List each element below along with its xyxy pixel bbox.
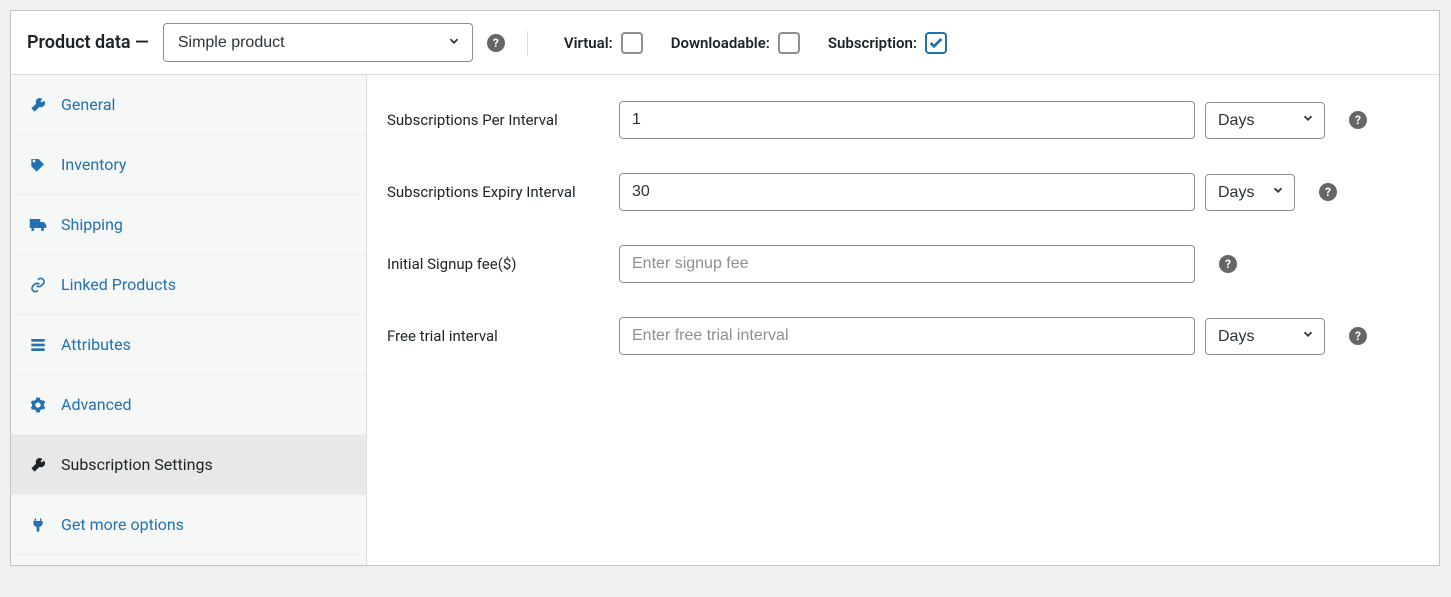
field-label: Subscriptions Expiry Interval <box>387 183 609 201</box>
panel-header: Product data — Simple product ? Virtual:… <box>11 11 1439 75</box>
downloadable-checkbox[interactable] <box>778 32 800 54</box>
field-subscriptions-expiry-interval: Subscriptions Expiry Interval Days ? <box>387 173 1419 211</box>
help-icon[interactable]: ? <box>487 34 505 52</box>
field-label: Free trial interval <box>387 327 609 345</box>
truck-icon <box>29 218 47 232</box>
wrench-icon <box>29 457 47 473</box>
tab-label: General <box>61 95 115 114</box>
product-type-select[interactable]: Simple product <box>163 23 473 62</box>
tab-content: Subscriptions Per Interval Days ? Subscr… <box>367 75 1439 565</box>
per-interval-input[interactable] <box>619 101 1195 139</box>
per-interval-unit-select[interactable]: Days <box>1205 102 1325 139</box>
tab-label: Shipping <box>61 215 123 234</box>
field-subscriptions-per-interval: Subscriptions Per Interval Days ? <box>387 101 1419 139</box>
link-icon <box>29 277 47 293</box>
downloadable-field: Downloadable: <box>671 32 800 54</box>
tab-shipping[interactable]: Shipping <box>11 195 366 255</box>
tab-label: Linked Products <box>61 275 176 294</box>
tab-inventory[interactable]: Inventory <box>11 135 366 195</box>
subscription-checkbox[interactable] <box>925 32 947 54</box>
field-initial-signup-fee: Initial Signup fee($) ? <box>387 245 1419 283</box>
expiry-interval-input[interactable] <box>619 173 1195 211</box>
free-trial-unit-wrap: Days <box>1205 318 1325 355</box>
help-icon[interactable]: ? <box>1349 111 1367 129</box>
free-trial-input[interactable] <box>619 317 1195 355</box>
tab-label: Inventory <box>61 155 127 174</box>
virtual-checkbox[interactable] <box>621 32 643 54</box>
divider <box>527 31 528 55</box>
free-trial-unit-select[interactable]: Days <box>1205 318 1325 355</box>
tab-linked[interactable]: Linked Products <box>11 255 366 315</box>
virtual-label: Virtual: <box>564 34 613 52</box>
tab-label: Get more options <box>61 515 184 534</box>
tab-subscription-settings[interactable]: Subscription Settings <box>11 435 366 495</box>
tab-general[interactable]: General <box>11 75 366 135</box>
tab-label: Subscription Settings <box>61 455 213 474</box>
field-label: Subscriptions Per Interval <box>387 111 609 129</box>
help-icon[interactable]: ? <box>1349 327 1367 345</box>
per-interval-unit-wrap: Days <box>1205 102 1325 139</box>
field-free-trial-interval: Free trial interval Days ? <box>387 317 1419 355</box>
tab-label: Advanced <box>61 395 132 414</box>
panel-body: General Inventory Shipping Linked Produc… <box>11 75 1439 565</box>
expiry-interval-unit-wrap: Days <box>1205 174 1295 211</box>
virtual-field: Virtual: <box>564 32 643 54</box>
tab-label: Attributes <box>61 335 131 354</box>
panel-title: Product data — <box>27 32 149 53</box>
product-type-select-wrap: Simple product <box>163 23 473 62</box>
signup-fee-input[interactable] <box>619 245 1195 283</box>
plug-icon <box>29 517 47 533</box>
tab-attributes[interactable]: Attributes <box>11 315 366 375</box>
subscription-label: Subscription: <box>828 34 917 52</box>
help-icon[interactable]: ? <box>1219 255 1237 273</box>
wrench-icon <box>29 97 47 113</box>
list-icon <box>29 337 47 353</box>
subscription-field: Subscription: <box>828 32 947 54</box>
downloadable-label: Downloadable: <box>671 34 770 52</box>
field-label: Initial Signup fee($) <box>387 255 609 273</box>
help-icon[interactable]: ? <box>1319 183 1337 201</box>
gear-icon <box>29 397 47 413</box>
tab-get-more-options[interactable]: Get more options <box>11 495 366 555</box>
tab-advanced[interactable]: Advanced <box>11 375 366 435</box>
product-data-panel: Product data — Simple product ? Virtual:… <box>10 10 1440 566</box>
tabs: General Inventory Shipping Linked Produc… <box>11 75 367 565</box>
tag-icon <box>29 157 47 173</box>
expiry-interval-unit-select[interactable]: Days <box>1205 174 1295 211</box>
